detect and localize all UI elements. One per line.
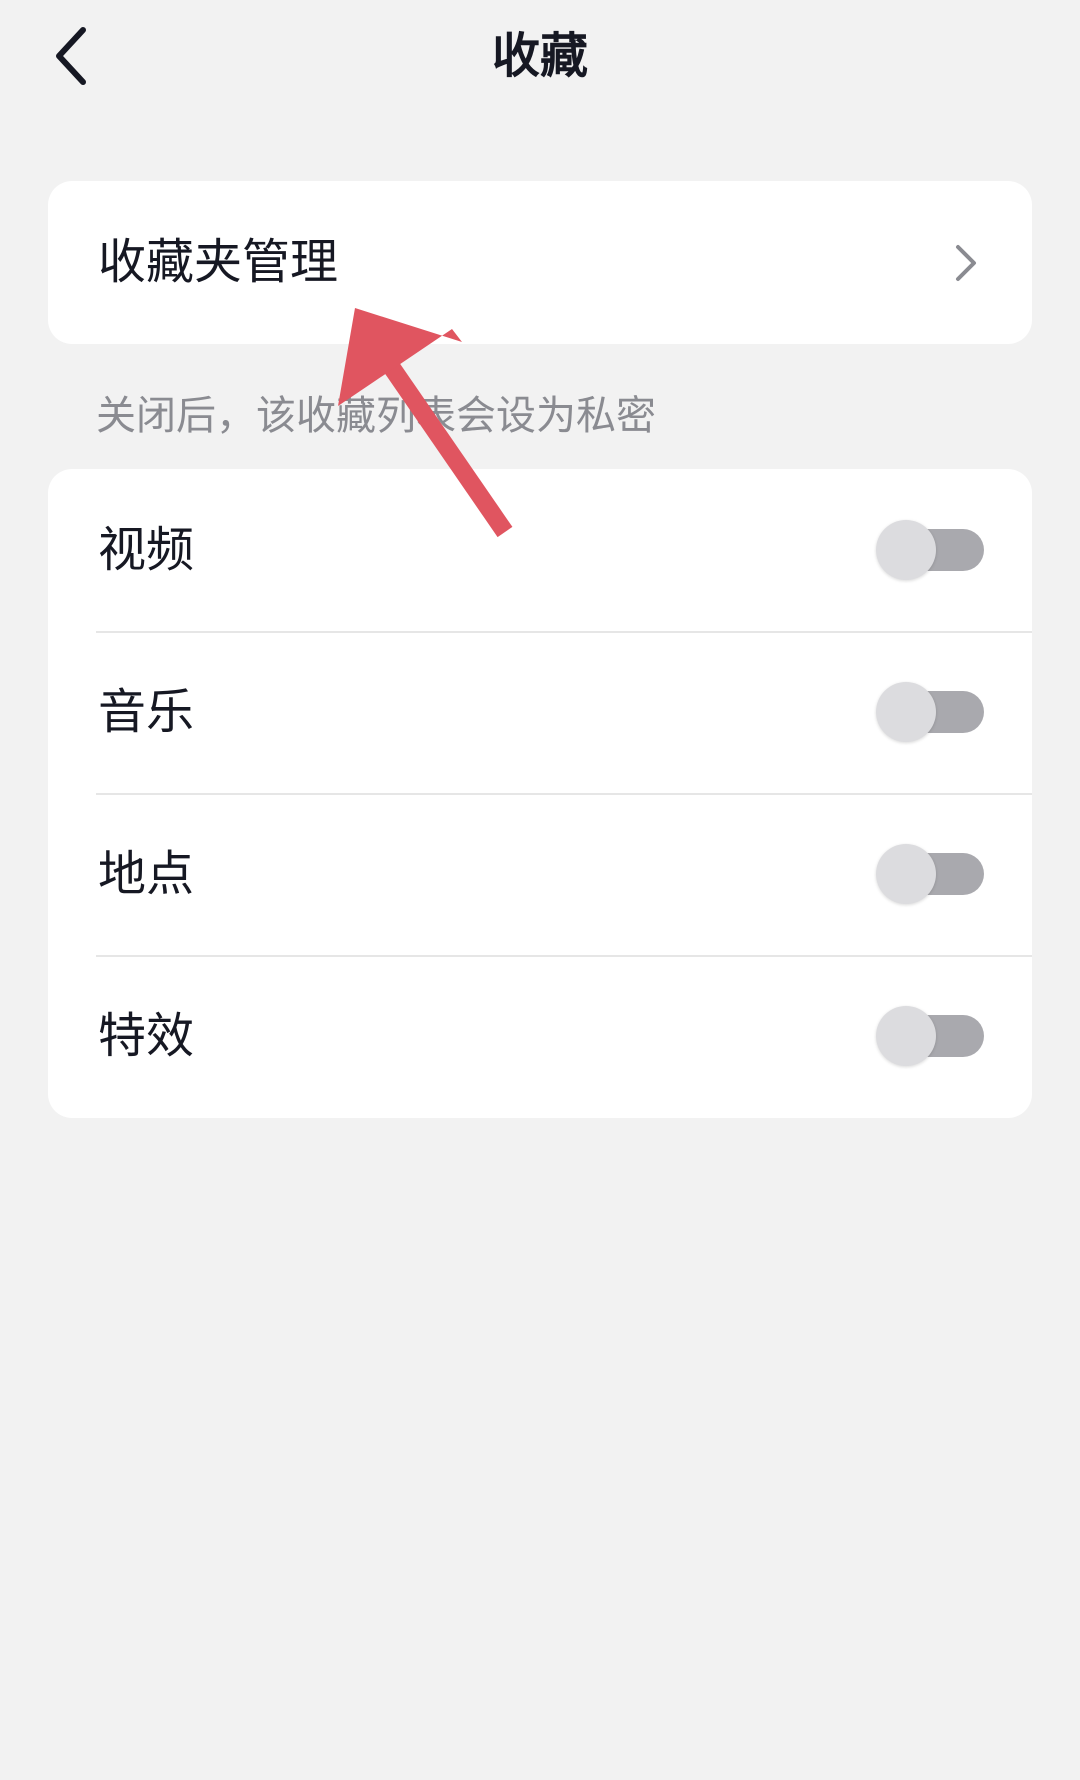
favorites-management-card: 收藏夹管理	[48, 181, 1032, 344]
switch-knob	[876, 1006, 936, 1066]
privacy-hint: 关闭后，该收藏列表会设为私密	[96, 393, 656, 439]
switch-knob	[876, 520, 936, 580]
toggle-label-video: 视频	[98, 522, 195, 578]
music-toggle-switch[interactable]	[876, 682, 984, 742]
toggle-row-video: 视频	[48, 469, 1032, 631]
favorites-management-row[interactable]: 收藏夹管理	[48, 181, 1032, 344]
switch-knob	[876, 682, 936, 742]
chevron-right-icon	[956, 245, 976, 281]
toggle-row-location: 地点	[48, 793, 1032, 955]
toggle-row-music: 音乐	[48, 631, 1032, 793]
video-toggle-switch[interactable]	[876, 520, 984, 580]
toggle-label-location: 地点	[98, 846, 195, 902]
location-toggle-switch[interactable]	[876, 844, 984, 904]
privacy-toggles-card: 视频 音乐 地点 特效	[48, 469, 1032, 1118]
toggle-label-effects: 特效	[98, 1008, 195, 1064]
switch-knob	[876, 844, 936, 904]
navigation-bar: 收藏	[0, 0, 1080, 110]
toggle-row-effects: 特效	[48, 955, 1032, 1117]
page-title: 收藏	[491, 28, 588, 84]
toggle-label-music: 音乐	[98, 684, 195, 740]
effects-toggle-switch[interactable]	[876, 1006, 984, 1066]
favorites-management-label: 收藏夹管理	[98, 234, 339, 290]
